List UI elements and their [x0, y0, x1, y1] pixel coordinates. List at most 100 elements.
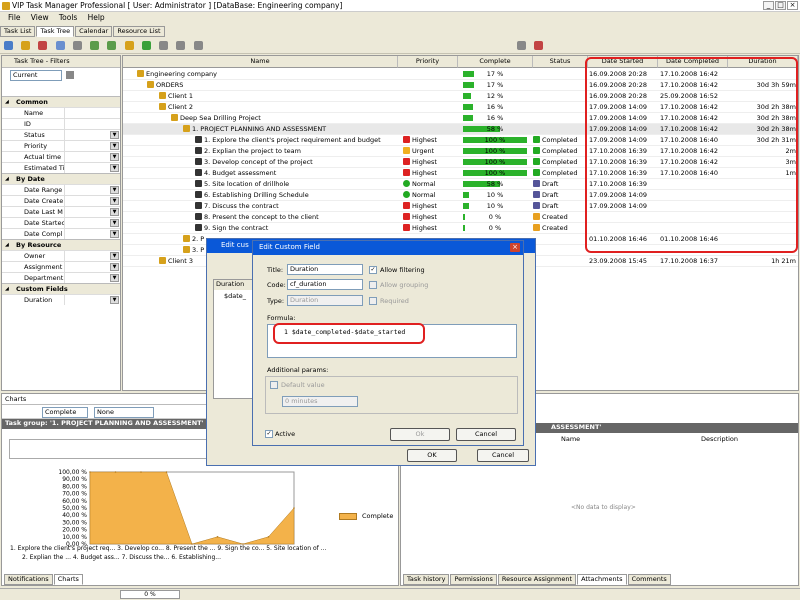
filter-section-header[interactable]: By Resource [2, 239, 120, 250]
tab-task-tree[interactable]: Task Tree [36, 26, 75, 37]
move-icon[interactable] [124, 41, 134, 50]
dropdown-icon[interactable]: ▼ [110, 219, 119, 227]
filter-row[interactable]: Date Last M ▼ [2, 206, 120, 217]
filter-row-value[interactable]: ▼ [64, 185, 121, 195]
arrow-down-icon[interactable] [107, 41, 117, 50]
tab-attachments[interactable]: Attachments [577, 574, 627, 585]
filter-options-icon[interactable] [66, 71, 74, 79]
filter-row[interactable]: Date Compl ▼ [2, 228, 120, 239]
filter-row-value[interactable] [64, 119, 121, 129]
filter-row[interactable]: Estimated Ti ▼ [2, 162, 120, 173]
filter-row-value[interactable]: ▼ [64, 163, 121, 173]
filter-row[interactable]: Name [2, 107, 120, 118]
back-ok-button[interactable]: OK [407, 449, 457, 462]
dropdown-icon[interactable]: ▼ [110, 197, 119, 205]
menu-view[interactable]: View [31, 13, 49, 22]
dropdown-icon[interactable]: ▼ [110, 164, 119, 172]
refresh-icon[interactable] [141, 41, 151, 50]
cancel-button[interactable]: Cancel [456, 428, 516, 441]
dropdown-icon[interactable]: ▼ [110, 263, 119, 271]
filter-row-value[interactable]: ▼ [64, 273, 121, 283]
filter-row-value[interactable]: ▼ [64, 196, 121, 206]
expand-icon[interactable] [176, 41, 186, 50]
close-button[interactable]: × [787, 1, 798, 10]
filter-row[interactable]: Priority ▼ [2, 140, 120, 151]
filter-section-header[interactable]: Common [2, 96, 120, 107]
active-checkbox[interactable]: ✓ [265, 430, 273, 438]
filter-row-value[interactable]: ▼ [64, 207, 121, 217]
filter-row-value[interactable]: ▼ [64, 229, 121, 239]
dropdown-icon[interactable]: ▼ [110, 296, 119, 304]
dropdown-icon[interactable]: ▼ [110, 131, 119, 139]
tab-resource-list[interactable]: Resource List [113, 26, 165, 37]
tab-calendar[interactable]: Calendar [75, 26, 113, 37]
default-value-select[interactable]: 0 minutes [282, 396, 358, 407]
dropdown-icon[interactable]: ▼ [110, 274, 119, 282]
code-input[interactable]: cf_duration [287, 279, 363, 290]
arrow-up-icon[interactable] [90, 41, 100, 50]
filter-section-header[interactable]: Custom Fields [2, 283, 120, 294]
dropdown-icon[interactable]: ▼ [110, 230, 119, 238]
tab-notifications[interactable]: Notifications [4, 574, 53, 585]
dropdown-icon[interactable]: ▼ [110, 252, 119, 260]
menu-file[interactable]: File [8, 13, 21, 22]
filter-row-value[interactable]: ▼ [64, 218, 121, 228]
tab-task-history[interactable]: Task history [403, 574, 450, 585]
filter-preset-select[interactable]: Current [10, 70, 62, 81]
new-task-icon[interactable] [4, 41, 13, 50]
filter-row-value[interactable]: ▼ [64, 251, 121, 261]
chart-series-select[interactable]: Complete [42, 407, 88, 418]
menu-help[interactable]: Help [88, 13, 105, 22]
edit-icon[interactable] [55, 41, 65, 50]
filter-row[interactable]: Actual time ▼ [2, 151, 120, 162]
filter-row-value[interactable]: ▼ [64, 130, 121, 140]
required-checkbox[interactable] [369, 297, 377, 305]
filter-section-header[interactable]: By Date [2, 173, 120, 184]
col-header-complete[interactable]: Complete [458, 56, 533, 68]
minimize-button[interactable]: _ [763, 1, 774, 10]
default-value-checkbox[interactable] [270, 381, 278, 389]
filter-row[interactable]: Date Startec ▼ [2, 217, 120, 228]
title-input[interactable]: Duration [287, 264, 363, 275]
filter-row[interactable]: Date Create ▼ [2, 195, 120, 206]
new-group-icon[interactable] [21, 41, 31, 50]
filter-row[interactable]: Duration ▼ [2, 294, 120, 305]
ok-button[interactable]: Ok [390, 428, 450, 441]
print-icon[interactable] [534, 41, 544, 50]
filter-row-value[interactable]: ▼ [64, 152, 121, 162]
delete-icon[interactable] [38, 41, 48, 50]
view-select-icon[interactable] [516, 41, 526, 50]
filter-row[interactable]: Status ▼ [2, 129, 120, 140]
filter-icon[interactable] [72, 41, 82, 50]
dropdown-icon[interactable]: ▼ [110, 186, 119, 194]
dropdown-icon[interactable]: ▼ [110, 153, 119, 161]
tab-permissions[interactable]: Permissions [450, 574, 497, 585]
filter-row-value[interactable]: ▼ [64, 262, 121, 272]
dropdown-icon[interactable]: ▼ [110, 142, 119, 150]
filter-row-value[interactable]: ▼ [64, 295, 121, 305]
tab-resource-assignment[interactable]: Resource Assignment [497, 574, 577, 585]
filter-row[interactable]: Date Range ▼ [2, 184, 120, 195]
tab-charts[interactable]: Charts [53, 574, 83, 585]
tab-task-list[interactable]: Task List [0, 26, 36, 37]
filter-row[interactable]: Department ▼ [2, 272, 120, 283]
filter-row[interactable]: Assignment ▼ [2, 261, 120, 272]
indent-icon[interactable] [159, 41, 169, 50]
allow-grouping-checkbox[interactable] [369, 281, 377, 289]
menu-tools[interactable]: Tools [59, 13, 77, 22]
allow-filtering-checkbox[interactable]: ✓ [369, 266, 377, 274]
filter-row[interactable]: Owner ▼ [2, 250, 120, 261]
back-cancel-button[interactable]: Cancel [477, 449, 529, 462]
tab-comments[interactable]: Comments [627, 574, 671, 585]
chart-group-select[interactable]: None [94, 407, 154, 418]
filter-row-value[interactable] [64, 108, 121, 118]
col-header-priority[interactable]: Priority [398, 56, 458, 68]
collapse-icon[interactable] [193, 41, 203, 50]
col-header-name[interactable]: Name [123, 56, 398, 68]
filter-row-value[interactable]: ▼ [64, 141, 121, 151]
dropdown-icon[interactable]: ▼ [110, 208, 119, 216]
dialog-close-icon[interactable]: × [510, 243, 520, 252]
col-header-status[interactable]: Status [533, 56, 588, 68]
filter-row[interactable]: ID [2, 118, 120, 129]
type-select[interactable]: Duration [287, 295, 363, 306]
